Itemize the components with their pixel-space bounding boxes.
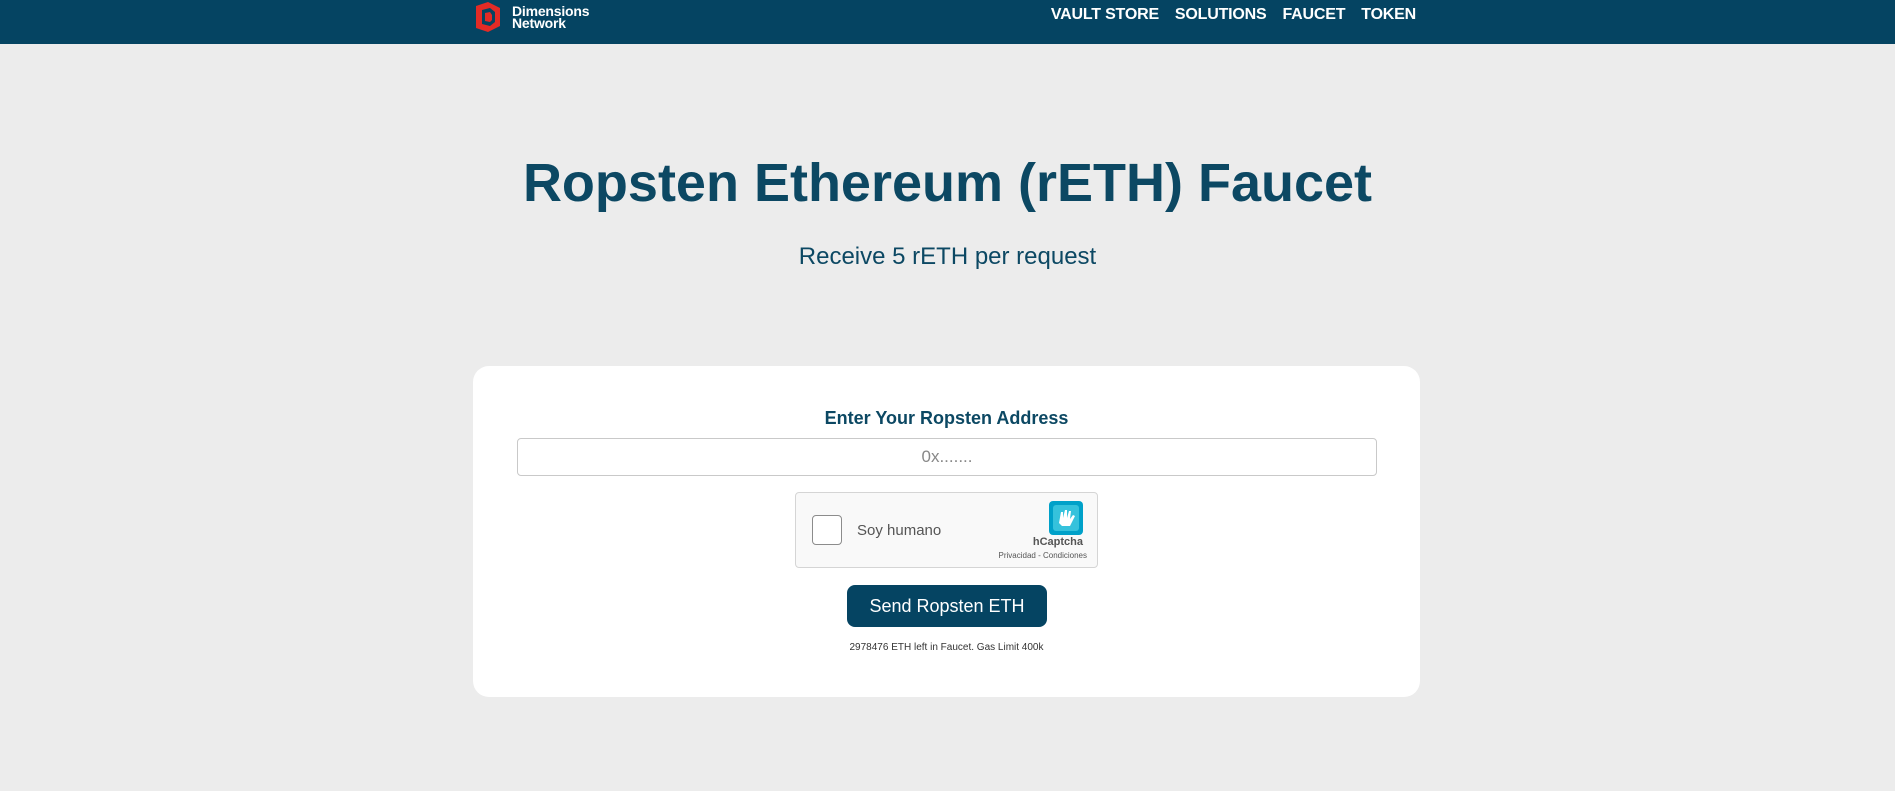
dimensions-network-logo-icon: [476, 2, 500, 32]
captcha-checkbox[interactable]: [812, 515, 842, 545]
address-label: Enter Your Ropsten Address: [824, 408, 1069, 428]
hcaptcha-logo-icon: [1049, 501, 1083, 535]
top-navigation-bar: Dimensions Network VAULT STORE SOLUTIONS…: [0, 0, 1895, 44]
brand-name: Dimensions Network: [512, 4, 590, 30]
nav-solutions[interactable]: SOLUTIONS: [1175, 6, 1267, 24]
faucet-form-card: Enter Your Ropsten Address Soy humano hC…: [473, 366, 1420, 697]
captcha-brand: hCaptcha: [1032, 536, 1083, 548]
page-subtitle: Receive 5 rETH per request: [798, 243, 1097, 270]
address-input[interactable]: [517, 438, 1377, 476]
nav-vault-store[interactable]: VAULT STORE: [1051, 6, 1159, 24]
captcha-label: Soy humano: [857, 522, 942, 539]
send-ropsten-eth-button[interactable]: Send Ropsten ETH: [847, 585, 1047, 627]
page-title: Ropsten Ethereum (rETH) Faucet: [522, 153, 1373, 213]
captcha-privacy-links[interactable]: Privacidad - Condiciones: [999, 551, 1088, 560]
faucet-balance-info: 2978476 ETH left in Faucet. Gas Limit 40…: [849, 642, 1044, 653]
main-nav: VAULT STORE SOLUTIONS FAUCET TOKEN: [1051, 6, 1416, 24]
nav-faucet[interactable]: FAUCET: [1282, 6, 1345, 24]
hcaptcha-widget: Soy humano hCaptcha Privacidad - Condici…: [795, 492, 1098, 568]
nav-token[interactable]: TOKEN: [1361, 6, 1416, 24]
brand[interactable]: Dimensions Network: [472, 0, 590, 34]
